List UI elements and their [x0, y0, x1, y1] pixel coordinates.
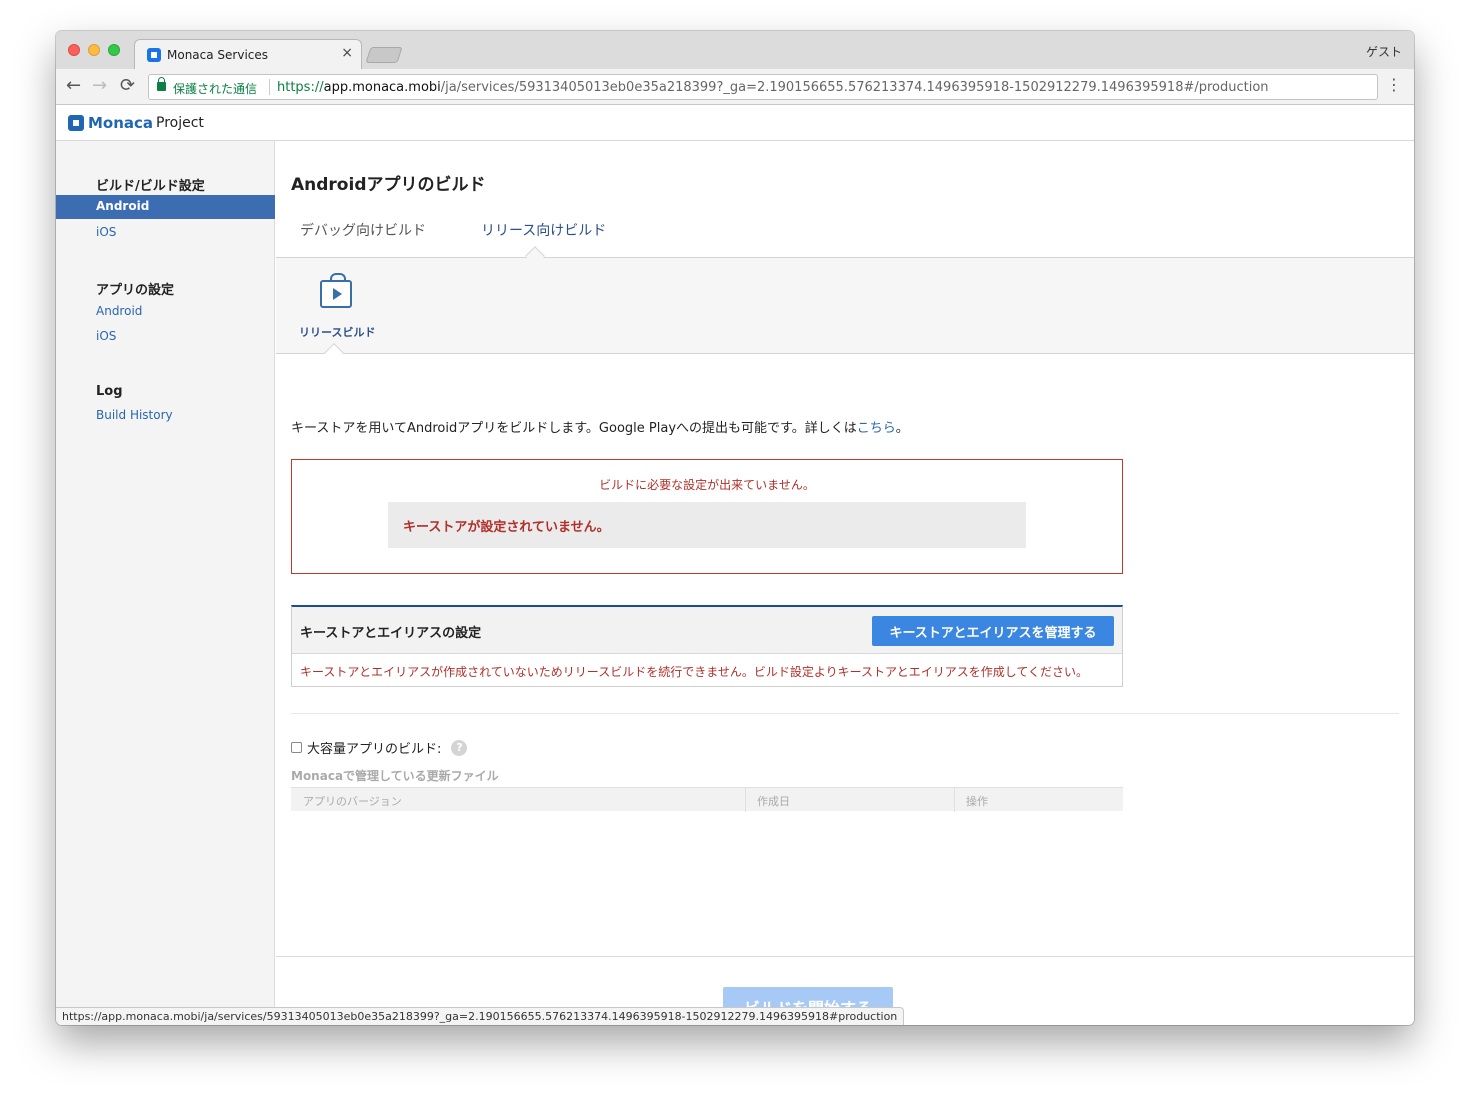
- sidebar-heading-build: ビルド/ビルド設定: [96, 179, 205, 194]
- large-build-label: 大容量アプリのビルド:: [307, 742, 442, 757]
- secure-label: 保護された通信: [173, 82, 258, 96]
- new-tab-button[interactable]: [365, 47, 403, 63]
- browser-tab[interactable]: Monaca Services ×: [134, 39, 362, 69]
- error-title: ビルドに必要な設定が出来ていません。: [599, 478, 815, 492]
- keystore-message: キーストアとエイリアスが作成されていないためリリースビルドを続行できません。ビル…: [300, 665, 1089, 679]
- sidebar: ビルド/ビルド設定 Android iOS アプリの設定 Android iOS…: [56, 141, 275, 1025]
- column-created-date: 作成日: [757, 795, 790, 808]
- browser-menu-icon[interactable]: ⋮: [1386, 75, 1402, 94]
- browser-toolbar: ← → ⟳ 保護された通信 https://app.monaca.mobi/ja…: [56, 69, 1414, 105]
- reload-icon[interactable]: ⟳: [120, 76, 135, 96]
- error-item: キーストアが設定されていません。: [388, 502, 1026, 548]
- minimize-window-button[interactable]: [88, 44, 100, 56]
- sidebar-item-settings-ios[interactable]: iOS: [96, 329, 116, 343]
- url-text: https://app.monaca.mobi/ja/services/5931…: [277, 80, 1269, 95]
- release-subnav: リリースビルド: [276, 258, 1414, 354]
- sidebar-heading-log: Log: [96, 384, 123, 399]
- tab-debug-build[interactable]: デバッグ向けビルド: [300, 220, 426, 240]
- sidebar-item-build-ios[interactable]: iOS: [96, 225, 116, 239]
- sidebar-item-build-history[interactable]: Build History: [96, 408, 173, 422]
- manage-keystore-button[interactable]: キーストアとエイリアスを管理する: [872, 616, 1114, 646]
- keystore-panel-header: キーストアとエイリアスの設定 キーストアとエイリアスを管理する: [292, 607, 1122, 654]
- sidebar-heading-app-settings: アプリの設定: [96, 283, 175, 298]
- address-bar[interactable]: 保護された通信 https://app.monaca.mobi/ja/servi…: [148, 74, 1378, 100]
- monaca-logo-icon[interactable]: [68, 115, 84, 131]
- release-build-label[interactable]: リリースビルド: [299, 324, 375, 340]
- column-actions: 操作: [966, 795, 988, 808]
- app-header: Monaca Project: [56, 106, 1414, 141]
- column-app-version: アプリのバージョン: [303, 795, 402, 808]
- profile-label[interactable]: ゲスト: [1366, 43, 1402, 60]
- large-build-checkbox[interactable]: [291, 742, 302, 753]
- keystore-title: キーストアとエイリアスの設定: [300, 626, 482, 641]
- page-title: Androidアプリのビルド: [291, 175, 486, 195]
- keystore-panel: キーストアとエイリアスの設定 キーストアとエイリアスを管理する キーストアとエイ…: [291, 605, 1123, 687]
- browser-window: Monaca Services × ゲスト ← → ⟳ 保護された通信 http…: [56, 31, 1414, 1025]
- files-table-header: アプリのバージョン 作成日 操作: [291, 787, 1123, 812]
- release-build-icon[interactable]: [320, 273, 352, 308]
- forward-arrow-icon[interactable]: →: [92, 76, 107, 96]
- help-icon[interactable]: ?: [451, 739, 468, 756]
- tab-close-icon[interactable]: ×: [341, 45, 353, 61]
- lock-icon: [157, 77, 166, 91]
- error-box: ビルドに必要な設定が出来ていません。 キーストアが設定されていません。: [291, 459, 1123, 574]
- main-content: Androidアプリのビルド デバッグ向けビルド リリース向けビルド リリースビ…: [276, 141, 1414, 1025]
- intro-text: キーストアを用いてAndroidアプリをビルドします。Google Playへの…: [291, 421, 909, 436]
- files-title: Monacaで管理している更新ファイル: [291, 769, 499, 783]
- monaca-favicon-icon: [147, 48, 161, 62]
- sidebar-item-build-android[interactable]: Android: [56, 195, 275, 219]
- details-link[interactable]: こちら: [857, 421, 896, 436]
- status-bar-url: https://app.monaca.mobi/ja/services/5931…: [56, 1007, 905, 1025]
- large-build-option[interactable]: 大容量アプリのビルド: ?: [291, 738, 468, 757]
- project-menu[interactable]: Project: [156, 115, 204, 131]
- maximize-window-button[interactable]: [108, 44, 120, 56]
- monaca-logo[interactable]: Monaca: [88, 114, 153, 132]
- tab-strip: Monaca Services × ゲスト: [56, 31, 1414, 69]
- close-window-button[interactable]: [68, 44, 80, 56]
- sidebar-item-settings-android[interactable]: Android: [96, 304, 142, 318]
- tab-release-build[interactable]: リリース向けビルド: [481, 220, 606, 240]
- back-arrow-icon[interactable]: ←: [66, 76, 81, 96]
- tab-title: Monaca Services: [167, 48, 269, 62]
